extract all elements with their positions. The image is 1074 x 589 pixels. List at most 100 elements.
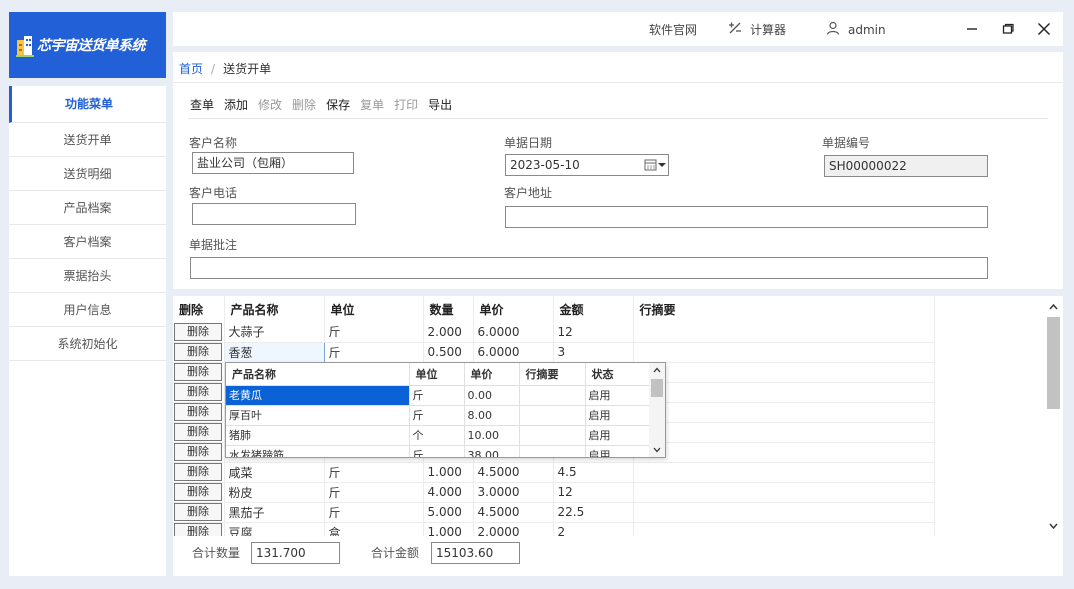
delete-button[interactable]: 删除	[292, 96, 316, 113]
sidebar-item-delivery-detail[interactable]: 送货明细	[9, 157, 166, 191]
row-delete-button[interactable]: 删除	[174, 483, 222, 501]
copy-button[interactable]: 复单	[360, 96, 384, 113]
cell-product[interactable]: 大蒜子	[224, 322, 325, 343]
cell-unit[interactable]: 斤	[324, 342, 424, 363]
row-delete-button[interactable]: 删除	[174, 343, 222, 361]
save-button[interactable]: 保存	[326, 96, 350, 113]
grid-scroll-thumb[interactable]	[1047, 317, 1060, 409]
sidebar-item-user-info[interactable]: 用户信息	[9, 293, 166, 327]
cell-price[interactable]: 3.0000	[473, 482, 554, 503]
calendar-icon[interactable]	[644, 158, 666, 172]
cell-product[interactable]: 黑茄子	[224, 502, 325, 523]
cell-qty[interactable]: 5.000	[423, 502, 474, 523]
cell-product[interactable]: 豆腐	[224, 522, 325, 536]
cell-note[interactable]	[633, 382, 935, 403]
remark-input[interactable]	[190, 257, 988, 279]
sidebar-item-products[interactable]: 产品档案	[9, 191, 166, 225]
cell-amount: 2	[553, 522, 634, 536]
address-input[interactable]	[505, 206, 988, 228]
cell-note[interactable]	[633, 442, 935, 463]
cell-unit[interactable]: 盒	[324, 522, 424, 536]
cell-price[interactable]: 4.5000	[473, 502, 554, 523]
dd-cell-price: 38.00	[464, 445, 520, 457]
print-button[interactable]: 打印	[394, 96, 418, 113]
dropdown-option[interactable]: 水发猪蹄筋斤 38.00 启用	[226, 445, 650, 457]
cell-product-editing[interactable]: 香葱	[223, 341, 325, 363]
table-row: 删除 豆腐盒 1.000 2.0000 2	[173, 522, 935, 536]
edit-button[interactable]: 修改	[258, 96, 282, 113]
phone-input[interactable]	[192, 203, 356, 225]
cell-note[interactable]	[633, 502, 935, 523]
maximize-button[interactable]	[997, 18, 1019, 40]
scroll-down-icon[interactable]	[653, 447, 661, 453]
sidebar-item-customers[interactable]: 客户档案	[9, 225, 166, 259]
user-menu[interactable]: admin	[826, 21, 886, 38]
breadcrumb-home[interactable]: 首页	[179, 62, 203, 76]
calculator-link[interactable]: 计算器	[728, 21, 786, 38]
add-button[interactable]: 添加	[224, 96, 248, 113]
cell-price[interactable]: 6.0000	[473, 322, 554, 343]
sidebar-item-new-delivery[interactable]: 送货开单	[9, 123, 166, 157]
scroll-up-icon[interactable]	[1049, 303, 1058, 310]
row-delete-button[interactable]: 删除	[174, 443, 222, 461]
scroll-down-icon[interactable]	[1049, 523, 1058, 530]
restore-icon	[1002, 23, 1014, 34]
top-bar: 软件官网 计算器 admin	[173, 12, 1063, 46]
dropdown-option[interactable]: 猪肺个 10.00 启用	[226, 425, 650, 446]
dd-cell-price: 10.00	[464, 425, 520, 446]
table-row: 删除 大蒜子斤 2.000 6.0000 12	[173, 322, 935, 343]
cell-note[interactable]	[633, 422, 935, 443]
close-button[interactable]	[1033, 18, 1055, 40]
cell-product[interactable]: 咸菜	[224, 462, 325, 483]
cell-qty[interactable]: 1.000	[423, 522, 474, 536]
scroll-up-icon[interactable]	[653, 367, 661, 373]
date-picker[interactable]: 2023-05-10	[505, 154, 669, 176]
dd-col-product: 产品名称	[226, 363, 410, 386]
dropdown-option[interactable]: 老黄瓜斤 0.00 启用	[226, 385, 650, 406]
row-delete-button[interactable]: 删除	[174, 322, 222, 341]
cell-price[interactable]: 6.0000	[473, 342, 554, 363]
cell-price[interactable]: 4.5000	[473, 462, 554, 483]
cell-qty[interactable]: 2.000	[423, 322, 474, 343]
cell-qty[interactable]: 0.500	[423, 342, 474, 363]
cell-note[interactable]	[633, 482, 935, 503]
table-row: 删除 粉皮斤 4.000 3.0000 12	[173, 482, 935, 503]
row-delete-button[interactable]: 删除	[174, 523, 222, 536]
customer-name-input[interactable]: 盐业公司（包厢）	[192, 152, 354, 174]
col-delete: 删除	[173, 296, 225, 322]
cell-note[interactable]	[633, 462, 935, 483]
row-delete-button[interactable]: 删除	[174, 463, 222, 481]
sidebar-item-system-init[interactable]: 系统初始化	[9, 327, 166, 361]
dropdown-option[interactable]: 厚百叶斤 8.00 启用	[226, 405, 650, 426]
cell-note[interactable]	[633, 362, 935, 383]
cell-product[interactable]: 粉皮	[224, 482, 325, 503]
cell-note[interactable]	[633, 522, 935, 536]
row-delete-button[interactable]: 删除	[174, 423, 222, 441]
dropdown-scrollbar[interactable]	[649, 363, 665, 457]
export-button[interactable]: 导出	[428, 96, 452, 113]
cell-unit[interactable]: 斤	[324, 482, 424, 503]
cell-qty[interactable]: 4.000	[423, 482, 474, 503]
website-link[interactable]: 软件官网	[649, 21, 697, 38]
row-delete-button[interactable]: 删除	[174, 383, 222, 401]
breadcrumb-current: 送货开单	[223, 62, 272, 76]
cell-qty[interactable]: 1.000	[423, 462, 474, 483]
calculator-icon	[728, 21, 742, 38]
sidebar-item-invoice-header[interactable]: 票据抬头	[9, 259, 166, 293]
divider	[188, 118, 1048, 119]
minimize-icon	[967, 28, 977, 30]
minimize-button[interactable]	[961, 18, 983, 40]
row-delete-button[interactable]: 删除	[174, 363, 222, 381]
cell-note[interactable]	[633, 342, 935, 363]
query-button[interactable]: 查单	[190, 96, 214, 113]
cell-note[interactable]	[633, 402, 935, 423]
row-delete-button[interactable]: 删除	[174, 503, 222, 521]
row-delete-button[interactable]: 删除	[174, 403, 222, 421]
cell-unit[interactable]: 斤	[324, 462, 424, 483]
cell-note[interactable]	[633, 322, 935, 343]
cell-unit[interactable]: 斤	[324, 502, 424, 523]
cell-unit[interactable]: 斤	[324, 322, 424, 343]
dropdown-scroll-thumb[interactable]	[651, 379, 663, 397]
cell-price[interactable]: 2.0000	[473, 522, 554, 536]
sidebar-item-menu[interactable]: 功能菜单	[9, 86, 166, 123]
